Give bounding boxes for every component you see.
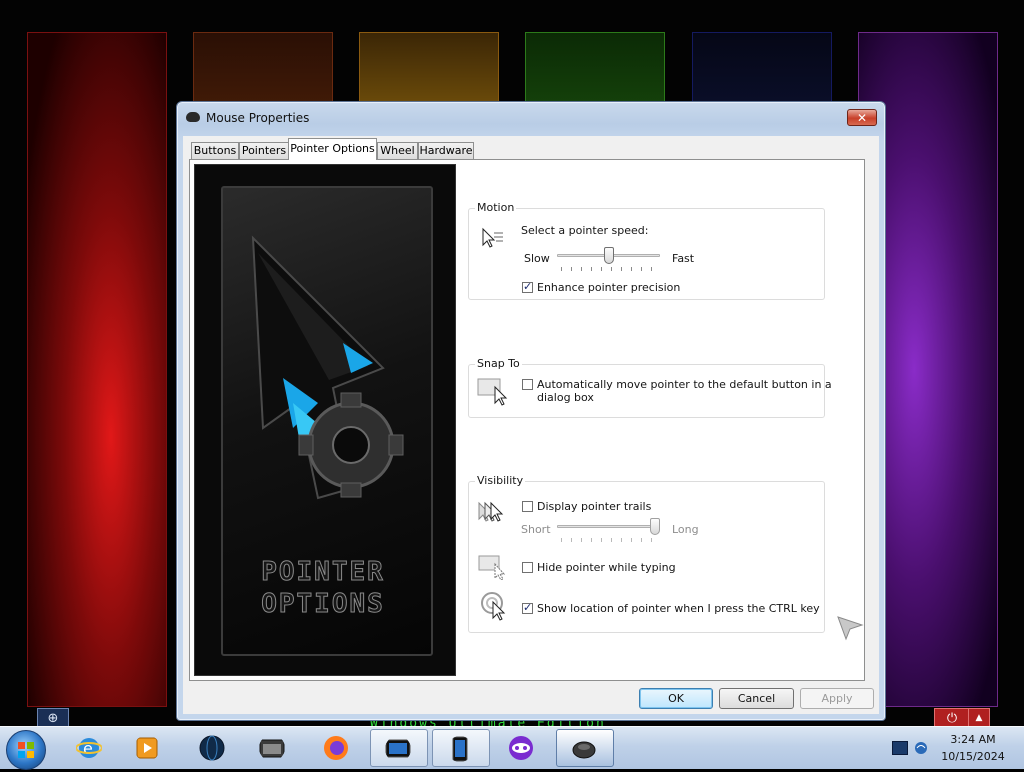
wallpaper-blue-panel <box>692 32 832 104</box>
taskbar-globe[interactable] <box>185 729 241 767</box>
enhance-precision-label: Enhance pointer precision <box>537 281 681 294</box>
mouse-icon <box>572 741 596 759</box>
hide-pointer-icon <box>478 555 506 580</box>
pointer-trails-icon <box>478 501 504 522</box>
taskbar-file-explorer[interactable] <box>245 729 301 767</box>
mouse-icon <box>186 112 200 122</box>
crosshair-icon: ⊕ <box>47 711 59 726</box>
file-explorer-icon <box>259 739 285 758</box>
language-tray-icon[interactable] <box>914 741 928 754</box>
taskbar-tablet[interactable] <box>432 729 490 767</box>
tab-wheel[interactable]: Wheel <box>377 142 418 159</box>
snap-to-icon <box>477 378 508 406</box>
taskbar-mouse-properties[interactable] <box>556 729 614 767</box>
pointer-trails-label: Display pointer trails <box>537 500 652 513</box>
send-arrow-icon <box>837 616 864 641</box>
ok-button[interactable]: OK <box>639 688 713 709</box>
pointer-speed-ticks <box>561 267 659 271</box>
pointer-speed-thumb[interactable] <box>603 247 614 264</box>
svg-text:e: e <box>83 739 93 758</box>
start-button[interactable] <box>6 730 46 770</box>
globe-icon <box>915 742 927 754</box>
artwork-caption-line2: OPTIONS <box>261 589 385 620</box>
pointer-options-page: POINTER OPTIONS Motion Select a pointer … <box>189 159 865 681</box>
tor-mask-icon <box>509 736 533 760</box>
window-title: Mouse Properties <box>206 111 310 125</box>
fast-label: Fast <box>672 252 695 265</box>
pointer-speed-label: Select a pointer speed: <box>521 224 649 237</box>
motion-group-label: Motion <box>475 201 517 214</box>
show-location-checkbox[interactable] <box>522 601 533 614</box>
pointer-speed-icon <box>482 227 503 248</box>
taskbar: e <box>0 726 1024 770</box>
taskbar-tor-browser[interactable] <box>494 729 550 767</box>
trail-length-thumb[interactable] <box>650 518 660 535</box>
wallpaper-green-panel <box>525 32 665 104</box>
power-icon: ⏻ <box>946 711 958 726</box>
tab-pointer-options[interactable]: Pointer Options <box>288 138 377 160</box>
snap-to-group-label: Snap To <box>475 357 522 370</box>
media-player-icon <box>136 737 158 759</box>
trail-length-slider[interactable] <box>557 525 660 528</box>
tab-buttons[interactable]: Buttons <box>191 142 239 159</box>
artwork-caption-line1: POINTER <box>261 557 385 588</box>
close-icon: ✕ <box>856 111 868 125</box>
taskbar-firefox[interactable] <box>309 729 365 767</box>
taskbar-internet-explorer[interactable]: e <box>62 729 118 767</box>
pointer-trails-checkbox[interactable] <box>522 501 533 512</box>
taskbar-clock[interactable]: 3:24 AM 10/15/2024 <box>938 731 1008 765</box>
auto-move-pointer-checkbox[interactable] <box>522 379 533 390</box>
show-location-label: Show location of pointer when I press th… <box>537 602 820 615</box>
taskbar-media-player[interactable] <box>120 729 176 767</box>
tab-hardware[interactable]: Hardware <box>418 142 474 159</box>
tablet-icon <box>452 736 468 762</box>
close-button[interactable]: ✕ <box>847 109 877 126</box>
network-tray-icon[interactable] <box>892 741 908 755</box>
wallpaper-yellow-panel <box>359 32 499 104</box>
dialog-client-area: Buttons Pointers Pointer Options Wheel H… <box>183 136 879 714</box>
pointer-options-artwork: POINTER OPTIONS <box>194 164 456 676</box>
chevron-up-icon: ▲ <box>975 713 983 723</box>
windows-orb-icon <box>18 742 34 758</box>
hide-pointer-label: Hide pointer while typing <box>537 561 676 574</box>
visibility-group-label: Visibility <box>475 474 526 487</box>
cancel-button[interactable]: Cancel <box>719 688 794 709</box>
internet-explorer-icon: e <box>76 738 102 758</box>
slow-label: Slow <box>524 252 550 265</box>
trail-length-ticks <box>561 538 659 542</box>
trail-short-label: Short <box>521 523 551 536</box>
apply-button[interactable]: Apply <box>800 688 874 709</box>
mouse-properties-window: Mouse Properties ✕ Buttons Pointers Poin… <box>176 101 886 721</box>
wallpaper-orange-panel <box>193 32 333 104</box>
auto-move-pointer-label-line1: Automatically move pointer to the defaul… <box>537 378 832 391</box>
clock-time: 3:24 AM <box>950 733 996 746</box>
firefox-icon <box>324 736 348 760</box>
visibility-group: Visibility Display pointer trails Short … <box>468 474 825 633</box>
hide-pointer-checkbox[interactable] <box>522 562 533 573</box>
trail-long-label: Long <box>672 523 699 536</box>
auto-move-pointer-label-line2: dialog box <box>537 391 594 404</box>
taskbar-display-settings[interactable] <box>370 729 428 767</box>
display-icon <box>385 739 411 758</box>
tab-pointers[interactable]: Pointers <box>239 142 289 159</box>
motion-group: Motion Select a pointer speed: Slow Fast… <box>468 201 825 300</box>
clock-date: 10/15/2024 <box>941 750 1005 763</box>
show-location-icon <box>481 592 506 621</box>
globe-icon <box>199 735 225 761</box>
wallpaper-red-panel <box>27 32 167 707</box>
snap-to-group: Snap To Automatically move pointer to th… <box>468 357 832 418</box>
enhance-precision-checkbox[interactable] <box>522 280 533 293</box>
